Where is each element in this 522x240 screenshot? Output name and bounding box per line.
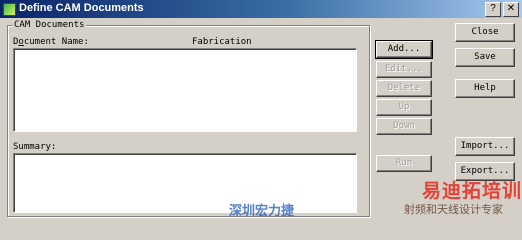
window-title: Define CAM Documents [19, 2, 144, 14]
close-title-button[interactable]: ✕ [503, 2, 519, 17]
delete-button[interactable]: Delete [376, 80, 432, 97]
run-button[interactable]: Run [376, 155, 432, 172]
import-button[interactable]: Import... [455, 137, 515, 156]
title-bar[interactable]: Define CAM Documents ? ✕ [0, 0, 522, 18]
watermark-shop: 深圳宏力捷 [229, 204, 295, 219]
help-title-button[interactable]: ? [485, 2, 501, 17]
add-button[interactable]: Add... [375, 40, 433, 59]
up-button[interactable]: Up [376, 99, 432, 116]
down-button[interactable]: Down [376, 118, 432, 135]
cam-document-list[interactable] [13, 48, 357, 132]
fabrication-header: Fabrication [192, 37, 252, 47]
group-legend: CAM Documents [12, 20, 87, 30]
document-name-header: Document Name: [13, 37, 89, 47]
help-button[interactable]: Help [455, 79, 515, 98]
summary-label: Summary: [13, 142, 57, 152]
summary-box[interactable] [13, 153, 357, 213]
edit-button[interactable]: Edit... [376, 61, 432, 78]
watermark-slogan: 射频和天线设计专家 [404, 203, 503, 216]
app-icon [3, 3, 16, 16]
close-button[interactable]: Close [455, 23, 515, 42]
watermark-brand: 易迪拓培训 [422, 180, 522, 202]
save-button[interactable]: Save [455, 48, 515, 67]
